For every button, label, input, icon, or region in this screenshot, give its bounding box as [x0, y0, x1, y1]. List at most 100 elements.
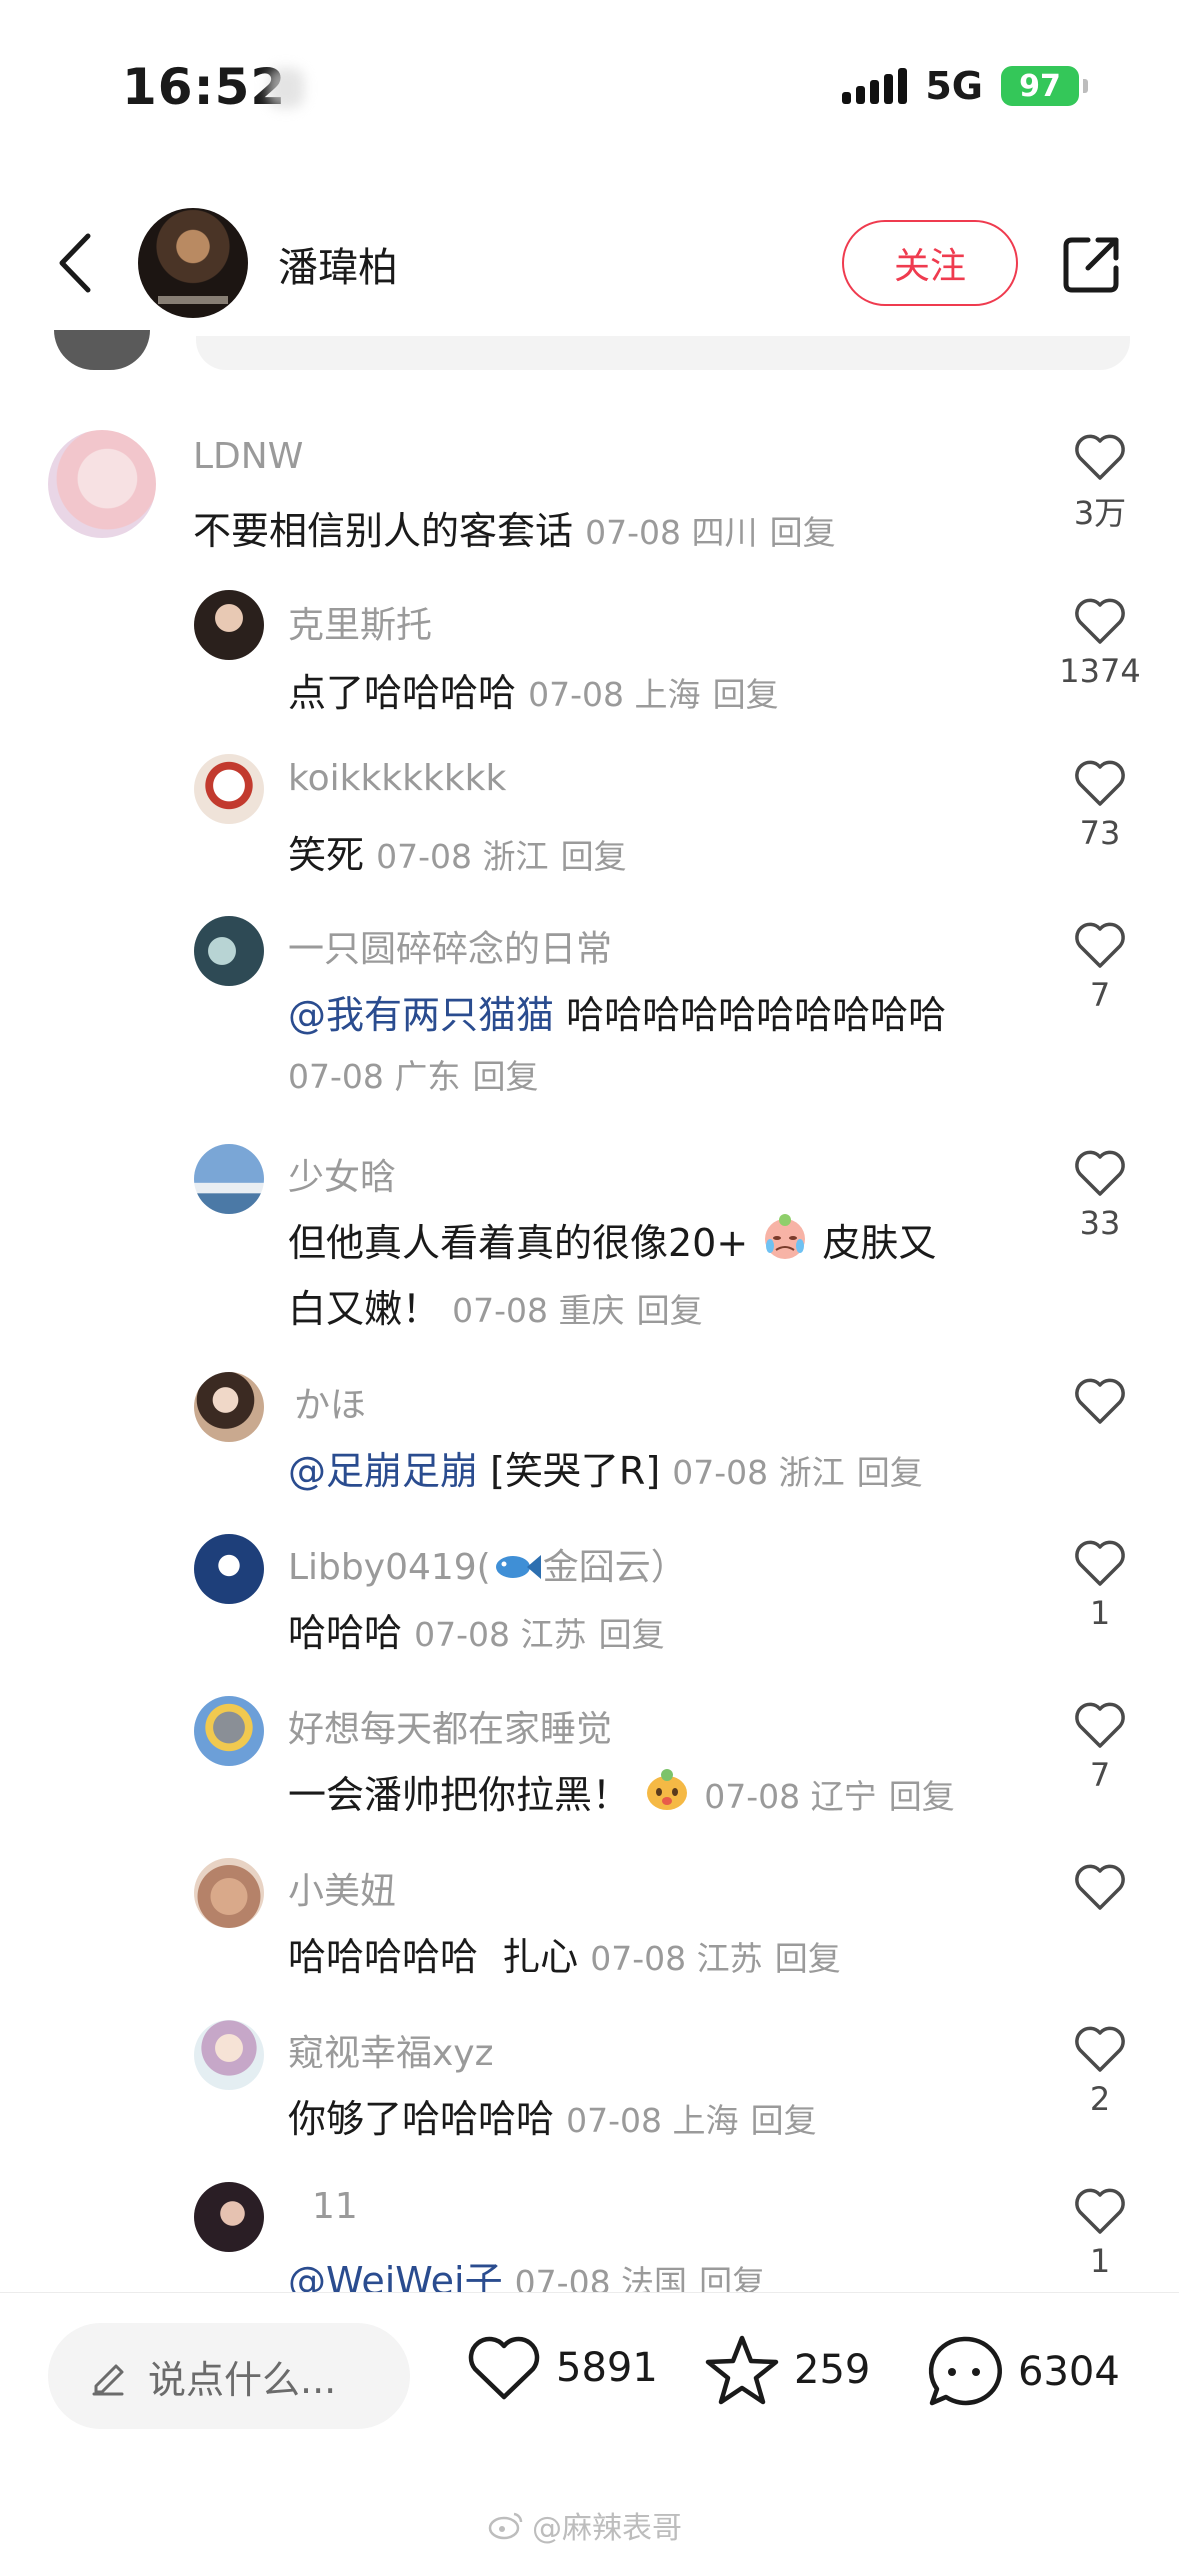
avatar[interactable]	[194, 1372, 264, 1442]
comment-meta: 07-08 重庆	[452, 1291, 625, 1330]
reply-link[interactable]: 回复	[637, 1291, 703, 1330]
like-button[interactable]: 1	[1030, 1538, 1170, 1632]
like-count: 33	[1079, 1204, 1121, 1242]
status-time: 16:52	[122, 58, 287, 116]
reply-link[interactable]: 回复	[857, 1453, 923, 1492]
avatar[interactable]	[194, 590, 264, 660]
comment-text: 哈哈哈哈哈哈哈哈哈哈	[554, 993, 947, 1037]
header-avatar[interactable]	[138, 208, 248, 318]
comment-meta-line: 07-08 广东 回复	[288, 1050, 538, 1098]
avatar[interactable]	[194, 1696, 264, 1766]
like-button[interactable]: 7	[1030, 1700, 1170, 1794]
network-label: 5G	[925, 64, 983, 108]
reply-link[interactable]: 回复	[472, 1057, 538, 1096]
comments-button[interactable]: 6304	[924, 2333, 1120, 2411]
chat-bubble-icon	[928, 2336, 1002, 2406]
status-blur	[268, 68, 304, 108]
comment-author[interactable]: 11	[312, 2186, 358, 2227]
like-button[interactable]: 33	[1030, 1148, 1170, 1242]
like-count: 3万	[1073, 494, 1127, 532]
heart-icon	[1075, 760, 1125, 806]
comment-meta: 07-08 浙江	[376, 837, 549, 876]
like-button[interactable]: 1	[1030, 2186, 1170, 2280]
comment-text: 哈哈哈哈哈 扎心	[288, 1935, 579, 1979]
comment-author[interactable]: 少女晗	[288, 1148, 396, 1200]
comment-text-line2: 白又嫩！	[288, 1287, 441, 1331]
comment-text: 你够了哈哈哈哈	[288, 2097, 555, 2141]
avatar[interactable]	[194, 916, 264, 986]
heart-icon	[1075, 2188, 1125, 2234]
previous-comment-bubble	[196, 336, 1130, 370]
like-count: 73	[1079, 814, 1121, 852]
heart-icon	[1075, 1864, 1125, 1910]
follow-button[interactable]: 关注	[842, 220, 1018, 306]
heart-icon	[1075, 1378, 1125, 1424]
avatar[interactable]	[194, 1534, 264, 1604]
comment-input[interactable]: 说点什么...	[48, 2323, 410, 2429]
like-post-button[interactable]: 5891	[466, 2333, 658, 2403]
comment-author[interactable]: 好想每天都在家睡觉	[288, 1700, 612, 1752]
like-button[interactable]: 1374	[1030, 596, 1170, 690]
like-button[interactable]: 7	[1030, 920, 1170, 1014]
reply-link[interactable]: 回复	[770, 513, 836, 552]
share-icon[interactable]	[1058, 232, 1124, 298]
favorite-button[interactable]: 259	[704, 2333, 870, 2407]
avatar[interactable]	[194, 2020, 264, 2090]
heart-icon	[1075, 1540, 1125, 1586]
comment-author[interactable]: 克里斯托	[288, 596, 432, 648]
avatar[interactable]	[48, 430, 156, 538]
comment-author[interactable]: 小美妞	[288, 1862, 396, 1914]
like-count: 1	[1089, 2242, 1111, 2280]
pencil-icon	[92, 2364, 124, 2396]
watermark: @麻辣表哥	[488, 2503, 682, 2547]
comment-meta: 07-08 辽宁	[704, 1777, 877, 1816]
avatar[interactable]	[194, 754, 264, 824]
comment-author[interactable]: かほ	[294, 1376, 366, 1428]
heart-icon	[1075, 922, 1125, 968]
comment-input-placeholder: 说点什么...	[148, 2357, 337, 2402]
mention-link[interactable]: @足崩足崩	[288, 1449, 478, 1493]
comment-text: 一会潘帅把你拉黑！	[288, 1773, 631, 1817]
like-count: 1	[1089, 1594, 1111, 1632]
back-icon[interactable]	[50, 228, 110, 298]
smiling-face-icon	[647, 1769, 688, 1810]
like-button[interactable]: 73	[1030, 758, 1170, 852]
comment-body: 你够了哈哈哈哈 07-08 上海 回复	[288, 2088, 817, 2143]
post-like-count: 5891	[556, 2345, 658, 2391]
reply-link[interactable]: 回复	[775, 1939, 841, 1978]
reply-link[interactable]: 回复	[599, 1615, 665, 1654]
comment-author[interactable]: Libby0419(金囧云）	[288, 1538, 687, 1590]
mention-link[interactable]: @我有两只猫猫	[288, 993, 554, 1037]
avatar[interactable]	[194, 2182, 264, 2252]
like-button[interactable]	[1030, 1376, 1170, 1432]
previous-comment-avatar	[54, 330, 150, 370]
comment-text: 不要相信别人的客套话	[193, 509, 574, 553]
comment-meta: 07-08 江苏	[414, 1615, 587, 1654]
reply-link[interactable]: 回复	[751, 2101, 817, 2140]
avatar[interactable]	[194, 1144, 264, 1214]
comment-author[interactable]: 一只圆碎碎念的日常	[288, 920, 612, 972]
reply-link[interactable]: 回复	[889, 1777, 955, 1816]
comment-meta: 07-08 江苏	[590, 1939, 763, 1978]
status-bar: 16:52 5G 97	[0, 0, 1179, 170]
comment-author[interactable]: 窥视幸福xyz	[288, 2024, 494, 2076]
comment-author[interactable]: LDNW	[193, 436, 303, 477]
heart-icon	[1075, 2026, 1125, 2072]
heart-icon	[1075, 598, 1125, 644]
like-count: 7	[1089, 1756, 1111, 1794]
like-button[interactable]: 2	[1030, 2024, 1170, 2118]
like-button[interactable]: 3万	[1030, 432, 1170, 534]
comment-body: 不要相信别人的客套话 07-08 四川 回复	[193, 500, 836, 555]
comment-text: [笑哭了R]	[478, 1449, 661, 1493]
comment-author[interactable]: koikkkkkkkk	[288, 758, 506, 799]
comment-meta: 07-08 四川	[585, 513, 758, 552]
header-user-name[interactable]: 潘瑋柏	[278, 235, 398, 293]
avatar[interactable]	[194, 1858, 264, 1928]
status-indicators: 5G 97	[842, 64, 1088, 108]
reply-link[interactable]: 回复	[713, 675, 779, 714]
crying-face-icon	[765, 1214, 806, 1259]
reply-link[interactable]: 回复	[561, 837, 627, 876]
comment-body: 哈哈哈哈哈 扎心 07-08 江苏 回复	[288, 1926, 841, 1981]
like-button[interactable]	[1030, 1862, 1170, 1918]
comment-body: 哈哈哈 07-08 江苏 回复	[288, 1602, 665, 1657]
